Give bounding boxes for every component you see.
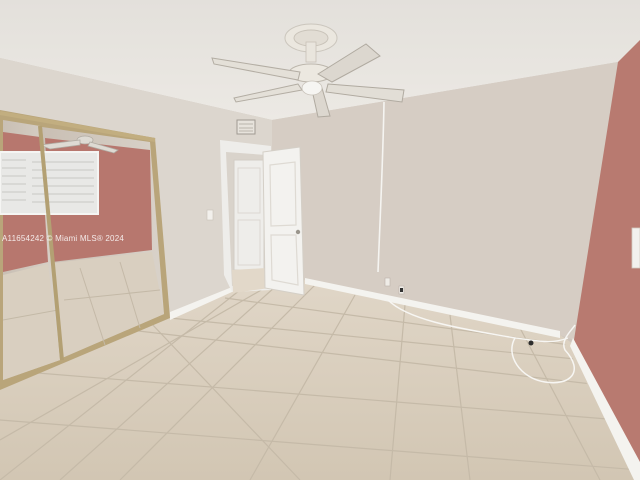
- door-handle: [295, 229, 301, 235]
- outlet: [384, 277, 391, 287]
- wall-plate: [631, 227, 640, 269]
- wall-vent: [236, 119, 256, 135]
- bedroom-door: [262, 146, 305, 296]
- bedroom-photo: A11654242 © Miami MLS® 2024: [0, 0, 640, 480]
- light-switch: [206, 209, 214, 221]
- mls-watermark: A11654242 © Miami MLS® 2024: [2, 234, 124, 243]
